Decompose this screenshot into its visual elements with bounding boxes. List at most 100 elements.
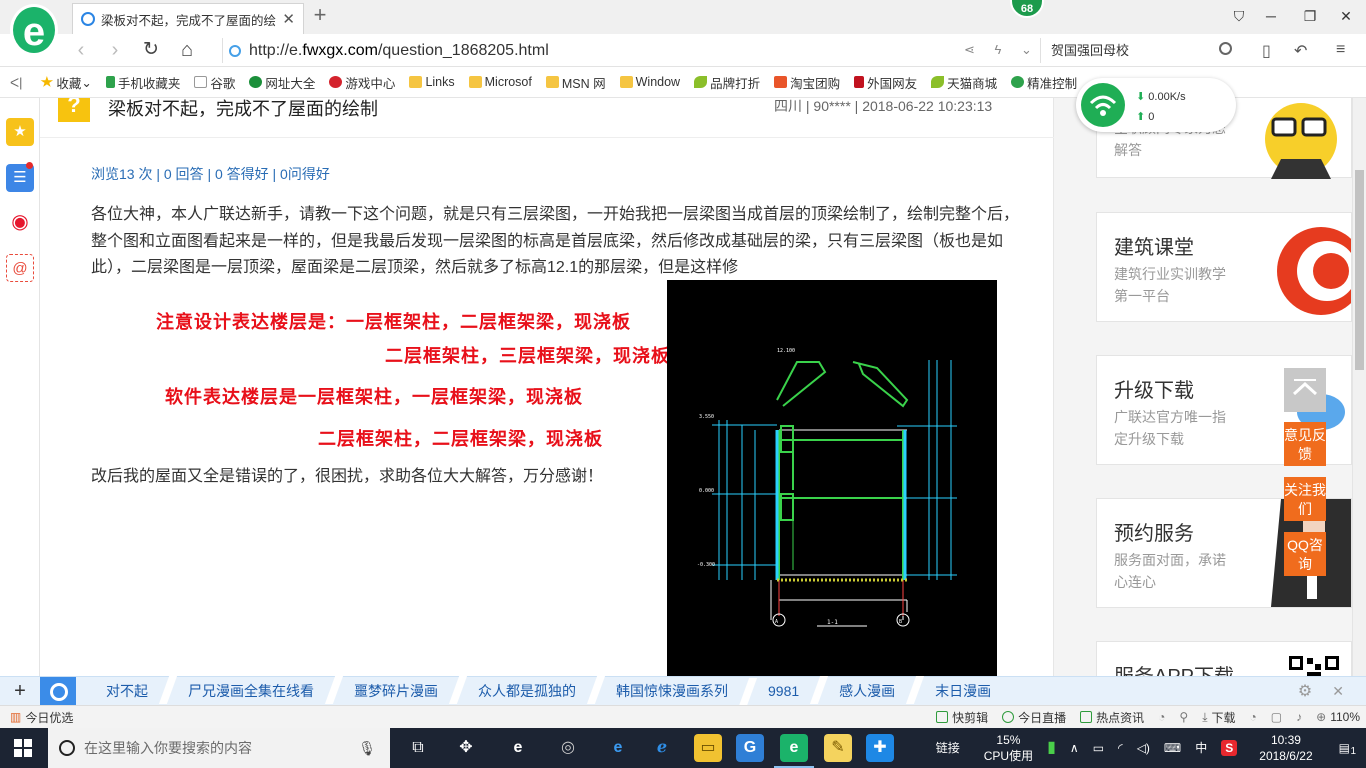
browser-360-icon[interactable]: e <box>774 734 814 768</box>
favorites-star-icon[interactable]: ★ <box>6 118 34 146</box>
bookmark-item[interactable]: Microsof <box>468 75 532 89</box>
bookmark-item[interactable]: 谷歌 <box>194 73 235 92</box>
close-window-button[interactable]: ✕ <box>1334 6 1358 26</box>
hot-keyword[interactable]: 尸兄漫画全集在线看 <box>168 681 334 701</box>
follow-us-button[interactable]: 关注我们 <box>1284 477 1326 521</box>
plus-app-icon[interactable]: ✚ <box>866 734 894 762</box>
hot-keyword[interactable]: 9981 <box>748 683 819 699</box>
qq-consult-button[interactable]: QQ咨询 <box>1284 532 1326 576</box>
sound-icon[interactable]: ♪ <box>1296 710 1302 724</box>
zoom-icon: ⊕ <box>1316 710 1327 724</box>
status-item-clip[interactable]: 快剪辑 <box>936 709 988 726</box>
question-stats[interactable]: 浏览13 次 | 0 回答 | 0 答得好 | 0问得好 <box>91 164 330 184</box>
status-item-news[interactable]: 热点资讯 <box>1080 709 1144 726</box>
back-button[interactable]: ‹ <box>70 40 92 62</box>
app-download-card[interactable]: 服务APP下载 <box>1096 641 1352 676</box>
url-input[interactable]: http://e.fwxgx.com/question_1868205.html <box>222 38 1032 63</box>
microphone-icon[interactable]: 🎙 <box>358 728 376 768</box>
fan-app-icon[interactable]: ✥ <box>452 734 480 762</box>
input-method[interactable]: 中 <box>1195 740 1207 756</box>
window-icon[interactable]: ▢ <box>1271 710 1282 724</box>
bookmark-item[interactable]: 游戏中心 <box>329 73 395 92</box>
links-toolbar[interactable]: 链接 <box>936 740 960 756</box>
hot-keyword[interactable]: 韩国惊悚漫画系列 <box>596 681 748 701</box>
glodon-g-icon[interactable]: G <box>736 734 764 762</box>
restore-button[interactable]: ❐ <box>1298 6 1322 26</box>
hot-search-icon[interactable] <box>40 677 76 705</box>
browser-logo-icon[interactable]: e <box>10 4 58 56</box>
add-icon[interactable]: + <box>0 680 40 703</box>
hot-keyword[interactable]: 对不起 <box>86 681 168 701</box>
home-button[interactable]: ⌂ <box>176 40 198 62</box>
task-view-icon[interactable]: ⧉ <box>404 734 432 762</box>
site-info-icon[interactable] <box>229 44 241 57</box>
clock[interactable]: 10:39 2018/6/22 <box>1259 732 1312 764</box>
accelerate-icon[interactable]: ◔ <box>1250 710 1257 724</box>
ie-icon[interactable]: ℯ <box>648 734 676 762</box>
bookmark-favorites[interactable]: 收藏 ⌄ <box>40 73 92 92</box>
settings-gear-icon[interactable]: ⚙ <box>1298 681 1312 701</box>
bookmark-item[interactable]: 淘宝团购 <box>774 73 840 92</box>
speed-icon[interactable]: ◔ <box>1158 710 1165 724</box>
feedback-button[interactable]: 意见反馈 <box>1284 422 1326 466</box>
menu-icon[interactable]: ≡ <box>1336 41 1345 59</box>
back-to-top-button[interactable] <box>1284 368 1326 412</box>
spiral-app-icon[interactable]: ◎ <box>554 734 582 762</box>
network-speed-widget[interactable]: ⬇ 0.00K/s ⬆ 0 <box>1076 78 1236 132</box>
edge-icon[interactable]: e <box>604 734 632 762</box>
zoom-level[interactable]: ⊕ 110% <box>1316 710 1360 724</box>
sidebar-toggle-icon[interactable]: ᐸ| <box>10 75 22 90</box>
bookmark-item[interactable]: MSN 网 <box>545 73 606 92</box>
volume-icon[interactable]: ◁) <box>1137 740 1150 756</box>
show-hidden-icons[interactable]: ∧ <box>1070 740 1079 756</box>
minimize-button[interactable]: ─ <box>1259 6 1283 26</box>
hot-keyword[interactable]: 末日漫画 <box>915 681 1011 701</box>
search-icon[interactable] <box>1219 42 1232 55</box>
new-tab-button[interactable]: + <box>310 4 330 28</box>
shirt-skin-icon[interactable]: ⛉ <box>1227 6 1251 26</box>
bookmark-item[interactable]: 天猫商城 <box>931 73 997 92</box>
hot-keyword[interactable]: 众人都是孤独的 <box>458 681 596 701</box>
today-picks[interactable]: ▥ 今日优选 <box>10 709 73 726</box>
cpu-monitor[interactable]: 15% CPU使用 <box>984 732 1033 764</box>
notification-badge[interactable]: 68 <box>1010 0 1044 18</box>
course-card[interactable]: 建筑课堂 建筑行业实训教学第一平台 <box>1096 212 1352 322</box>
reload-button[interactable]: ↻ <box>140 40 162 62</box>
bookmark-item[interactable]: Links <box>409 75 455 89</box>
mail-icon[interactable]: @ <box>6 254 34 282</box>
action-center-icon[interactable]: ▤ 1 <box>1339 740 1356 757</box>
hot-keyword[interactable]: 感人漫画 <box>819 681 915 701</box>
search-input[interactable]: 贺国强回母校 <box>1040 38 1240 63</box>
mobile-icon[interactable]: ▯ <box>1262 41 1271 61</box>
cad-section-drawing[interactable]: 12.100 3.550 0.000 -0.300 A B 1-1 <box>667 280 997 676</box>
bookmark-item[interactable]: 品牌打折 <box>694 73 760 92</box>
bookmark-item[interactable]: 手机收藏夹 <box>105 73 180 92</box>
status-item-live[interactable]: 今日直播 <box>1002 709 1066 726</box>
browser-e-icon[interactable]: e <box>504 734 532 762</box>
bookmark-item[interactable]: 精准控制 <box>1011 73 1077 92</box>
pin-icon[interactable]: ⚲ <box>1179 710 1188 724</box>
browser-tab[interactable]: 梁板对不起，完成不了屋面的绘… ✕ <box>72 3 304 34</box>
file-explorer-icon[interactable]: ▭ <box>694 734 722 762</box>
sogou-ime-icon[interactable]: S <box>1221 740 1238 756</box>
vertical-scrollbar[interactable] <box>1352 98 1366 676</box>
share-icon[interactable]: ⋖ ϟ ⌄ <box>964 42 1040 58</box>
bookmark-item[interactable]: 网址大全 <box>249 73 315 92</box>
weibo-icon[interactable]: ◉ <box>6 208 34 236</box>
scrollbar-thumb[interactable] <box>1355 170 1364 370</box>
hot-keyword[interactable]: 噩梦碎片漫画 <box>334 681 458 701</box>
undo-icon[interactable]: ↶ <box>1294 41 1307 61</box>
tab-close-icon[interactable]: ✕ <box>282 10 295 28</box>
forward-button[interactable]: › <box>104 40 126 62</box>
start-button[interactable] <box>14 739 32 757</box>
bookmark-item[interactable]: Window <box>619 75 680 89</box>
notes-app-icon[interactable]: ✎ <box>824 734 852 762</box>
battery-icon[interactable]: ▭ <box>1093 740 1104 756</box>
close-hotbar-icon[interactable]: ✕ <box>1332 683 1344 700</box>
keyboard-icon[interactable]: ⌨ <box>1164 740 1181 756</box>
network-icon[interactable]: ◜ <box>1118 740 1123 756</box>
taskbar-search-input[interactable]: 在这里输入你要搜索的内容 🎙 <box>48 728 390 768</box>
status-item-download[interactable]: ⤓ 下载 <box>1202 709 1235 726</box>
signal-icon[interactable]: ▮ <box>1047 740 1056 756</box>
bookmark-item[interactable]: 外国网友 <box>854 73 917 92</box>
